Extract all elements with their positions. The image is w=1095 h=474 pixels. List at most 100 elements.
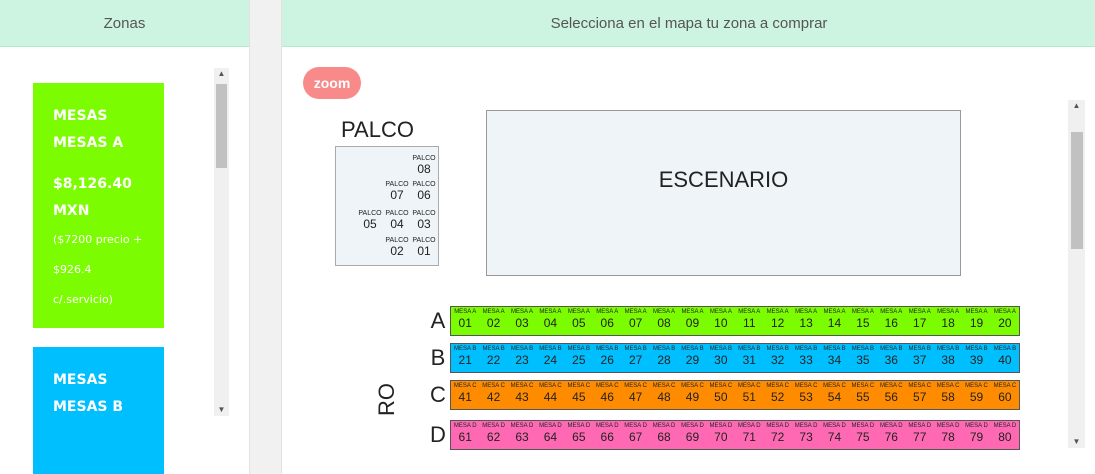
table-seat[interactable]: MESA A 19 [962, 307, 990, 335]
palco-seat-07[interactable]: PALCO 07 [384, 181, 410, 202]
table-seat[interactable]: MESA B 34 [820, 344, 848, 372]
triangle-down-icon[interactable]: ▼ [1068, 436, 1085, 448]
table-seat[interactable]: MESA C 52 [763, 381, 791, 409]
table-seat[interactable]: MESA C 46 [593, 381, 621, 409]
table-seat[interactable]: MESA C 44 [536, 381, 564, 409]
table-seat[interactable]: MESA A 13 [792, 307, 820, 335]
table-seat[interactable]: MESA C 55 [849, 381, 877, 409]
triangle-up-icon[interactable]: ▲ [214, 68, 229, 80]
scrollbar-thumb[interactable] [1071, 132, 1083, 249]
table-seat[interactable]: MESA D 67 [621, 421, 649, 449]
table-seat[interactable]: MESA C 59 [962, 381, 990, 409]
table-seat[interactable]: MESA A 03 [508, 307, 536, 335]
table-seat[interactable]: MESA A 01 [451, 307, 479, 335]
table-seat[interactable]: MESA A 18 [934, 307, 962, 335]
table-seat[interactable]: MESA A 04 [536, 307, 564, 335]
palco-seat-02[interactable]: PALCO 02 [384, 237, 410, 258]
table-seat[interactable]: MESA A 11 [735, 307, 763, 335]
table-seat[interactable]: MESA B 26 [593, 344, 621, 372]
palco-seat-08[interactable]: PALCO 08 [411, 155, 437, 176]
table-seat[interactable]: MESA B 38 [934, 344, 962, 372]
table-seat[interactable]: MESA D 78 [934, 421, 962, 449]
table-seat[interactable]: MESA D 76 [877, 421, 905, 449]
table-seat[interactable]: MESA C 42 [479, 381, 507, 409]
table-seat[interactable]: MESA B 27 [621, 344, 649, 372]
table-seat[interactable]: MESA D 71 [735, 421, 763, 449]
triangle-up-icon[interactable]: ▲ [1068, 100, 1085, 112]
scrollbar-thumb[interactable] [216, 84, 227, 168]
table-seat[interactable]: MESA B 22 [479, 344, 507, 372]
table-seat[interactable]: MESA D 75 [849, 421, 877, 449]
table-seat[interactable]: MESA C 54 [820, 381, 848, 409]
table-seat[interactable]: MESA C 51 [735, 381, 763, 409]
table-seat[interactable]: MESA B 23 [508, 344, 536, 372]
table-seat[interactable]: MESA B 40 [991, 344, 1019, 372]
table-seat[interactable]: MESA B 36 [877, 344, 905, 372]
table-seat[interactable]: MESA C 49 [678, 381, 706, 409]
table-seat[interactable]: MESA D 70 [707, 421, 735, 449]
table-seat[interactable]: MESA C 60 [991, 381, 1019, 409]
zone-service-label: c/.servicio) [53, 293, 113, 306]
table-seat[interactable]: MESA D 73 [792, 421, 820, 449]
table-seat[interactable]: MESA B 39 [962, 344, 990, 372]
table-seat[interactable]: MESA C 47 [621, 381, 649, 409]
palco-seat-04[interactable]: PALCO 04 [384, 210, 410, 231]
table-seat[interactable]: MESA D 65 [565, 421, 593, 449]
table-seat[interactable]: MESA C 57 [906, 381, 934, 409]
table-seat[interactable]: MESA A 05 [565, 307, 593, 335]
table-seat[interactable]: MESA D 68 [650, 421, 678, 449]
table-seat[interactable]: MESA A 20 [991, 307, 1019, 335]
triangle-down-icon[interactable]: ▼ [214, 404, 229, 416]
table-seat[interactable]: MESA B 21 [451, 344, 479, 372]
zone-card-mesas-b[interactable]: MESAS MESAS B [33, 347, 164, 474]
table-seat[interactable]: MESA A 16 [877, 307, 905, 335]
table-seat[interactable]: MESA D 74 [820, 421, 848, 449]
table-seat[interactable]: MESA B 25 [565, 344, 593, 372]
table-seat[interactable]: MESA A 15 [849, 307, 877, 335]
table-seat[interactable]: MESA B 24 [536, 344, 564, 372]
zone-card-mesas-a[interactable]: MESAS MESAS A $8,126.40 MXN ($7200 preci… [33, 83, 164, 328]
table-seat[interactable]: MESA A 07 [621, 307, 649, 335]
table-seat[interactable]: MESA B 33 [792, 344, 820, 372]
table-seat[interactable]: MESA D 79 [962, 421, 990, 449]
table-seat[interactable]: MESA C 56 [877, 381, 905, 409]
map-scrollbar[interactable]: ▲ ▼ [1068, 100, 1085, 448]
table-seat[interactable]: MESA C 53 [792, 381, 820, 409]
table-seat[interactable]: MESA B 29 [678, 344, 706, 372]
table-seat[interactable]: MESA C 50 [707, 381, 735, 409]
table-seat[interactable]: MESA D 80 [991, 421, 1019, 449]
table-seat[interactable]: MESA B 37 [906, 344, 934, 372]
table-seat[interactable]: MESA A 09 [678, 307, 706, 335]
table-seat[interactable]: MESA D 63 [508, 421, 536, 449]
table-seat[interactable]: MESA C 45 [565, 381, 593, 409]
table-seat[interactable]: MESA D 62 [479, 421, 507, 449]
palco-seat-01[interactable]: PALCO 01 [411, 237, 437, 258]
table-seat[interactable]: MESA C 48 [650, 381, 678, 409]
table-seat[interactable]: MESA B 35 [849, 344, 877, 372]
table-seat[interactable]: MESA A 06 [593, 307, 621, 335]
table-seat[interactable]: MESA B 28 [650, 344, 678, 372]
table-seat[interactable]: MESA D 64 [536, 421, 564, 449]
table-seat[interactable]: MESA B 31 [735, 344, 763, 372]
palco-seat-03[interactable]: PALCO 03 [411, 210, 437, 231]
table-seat[interactable]: MESA A 08 [650, 307, 678, 335]
table-seat[interactable]: MESA C 58 [934, 381, 962, 409]
table-seat[interactable]: MESA D 61 [451, 421, 479, 449]
table-seat[interactable]: MESA D 77 [906, 421, 934, 449]
table-seat[interactable]: MESA A 12 [763, 307, 791, 335]
table-seat[interactable]: MESA A 14 [820, 307, 848, 335]
palco-seat-05[interactable]: PALCO 05 [357, 210, 383, 231]
table-seat[interactable]: MESA C 41 [451, 381, 479, 409]
palco-seat-06[interactable]: PALCO 06 [411, 181, 437, 202]
table-seat[interactable]: MESA D 72 [763, 421, 791, 449]
zoom-button[interactable]: zoom [303, 67, 361, 99]
table-seat[interactable]: MESA D 69 [678, 421, 706, 449]
table-seat[interactable]: MESA A 02 [479, 307, 507, 335]
table-seat[interactable]: MESA C 43 [508, 381, 536, 409]
table-seat[interactable]: MESA D 66 [593, 421, 621, 449]
table-seat[interactable]: MESA B 30 [707, 344, 735, 372]
table-seat[interactable]: MESA A 10 [707, 307, 735, 335]
zones-scrollbar[interactable]: ▲ ▼ [214, 68, 229, 416]
table-seat[interactable]: MESA A 17 [906, 307, 934, 335]
table-seat[interactable]: MESA B 32 [763, 344, 791, 372]
